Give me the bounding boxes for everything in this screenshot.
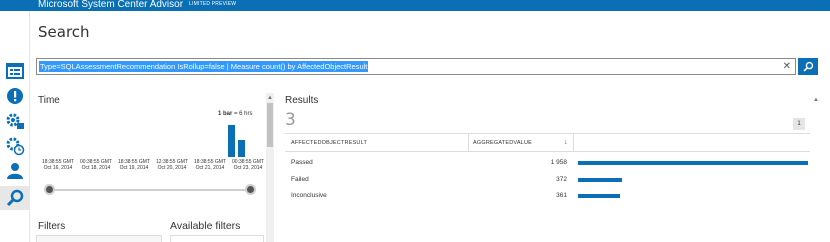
left-panel-scrollbar[interactable]: ▲: [266, 93, 274, 242]
result-value-bar: [578, 194, 620, 198]
nav-history[interactable]: [3, 134, 27, 158]
bar-legend: 1 bar = 6 hrs: [218, 111, 253, 117]
result-value-bar: [578, 161, 808, 165]
column-divider[interactable]: [468, 134, 469, 152]
result-name-cell[interactable]: Passed: [291, 154, 313, 172]
time-histogram[interactable]: [36, 120, 264, 157]
range-start-handle[interactable]: [44, 184, 55, 195]
results-scrollbar[interactable]: ▲: [812, 93, 820, 242]
result-name-cell[interactable]: Inconclusive: [291, 187, 327, 205]
time-axis-tick-label: 00:38:55 GMT Oct 23, 2014: [232, 159, 264, 171]
results-title: Results: [285, 95, 319, 106]
nav-alerts[interactable]: [3, 84, 27, 108]
column-header-aggregatedvalue[interactable]: AGGREGATEDVALUE: [473, 134, 532, 152]
time-axis: 18:38:55 GMT Oct 16, 2014 00:38:55 GMT Oct …: [36, 159, 264, 177]
nav-users[interactable]: [3, 159, 27, 183]
filters-panel: [36, 235, 162, 242]
clear-search-icon[interactable]: ✕: [783, 60, 791, 73]
available-filters-panel: [170, 235, 264, 242]
results-table-header: AFFECTEDOBJECTRESULT AGGREGATEDVALUE ↓: [285, 133, 810, 152]
sort-descending-icon[interactable]: ↓: [564, 134, 568, 152]
time-range-track[interactable]: [50, 189, 250, 191]
range-end-handle[interactable]: [245, 184, 256, 195]
user-icon: [7, 163, 23, 179]
histogram-bar[interactable]: [228, 125, 235, 157]
scroll-up-arrow-icon[interactable]: ▲: [813, 97, 819, 103]
settings-icon: [6, 113, 24, 129]
available-filters-title: Available filters: [170, 220, 241, 232]
search-query-text[interactable]: Type=SQLAssessmentRecommendation IsRollu…: [39, 61, 369, 72]
histogram-bar[interactable]: [238, 140, 245, 157]
nav-dashboard[interactable]: [3, 59, 27, 83]
result-value-bar: [578, 178, 622, 182]
scrollbar-thumb[interactable]: [267, 103, 273, 147]
column-divider[interactable]: [573, 134, 574, 152]
nav-search[interactable]: [0, 186, 30, 210]
column-header-affectedobjectresult[interactable]: AFFECTEDOBJECTRESULT: [291, 134, 367, 152]
results-count: 3: [285, 110, 296, 130]
left-nav: [0, 11, 30, 242]
search-icon: [6, 189, 24, 207]
nav-configuration[interactable]: [3, 109, 27, 133]
result-value-cell: 1 958: [550, 159, 567, 166]
filters-title: Filters: [38, 221, 66, 232]
scroll-up-arrow-icon[interactable]: ▲: [267, 95, 273, 101]
top-bar: Microsoft System Center Advisor LIMITED P…: [0, 0, 830, 11]
search-button[interactable]: [798, 58, 818, 75]
page-number-badge[interactable]: 1: [793, 118, 805, 130]
table-row[interactable]: Inconclusive 361: [285, 187, 810, 205]
app-title: Microsoft System Center Advisor LIMITED P…: [38, 0, 237, 10]
search-icon: [803, 61, 813, 72]
search-box[interactable]: Type=SQLAssessmentRecommendation IsRollu…: [36, 58, 796, 75]
page-title: Search: [38, 23, 90, 41]
table-row[interactable]: Passed 1 958: [285, 154, 810, 172]
result-value-cell: 361: [556, 192, 567, 199]
alert-icon: [7, 88, 23, 104]
time-section-title: Time: [38, 95, 60, 106]
dashboard-icon: [6, 63, 24, 79]
settings-clock-icon: [6, 137, 25, 156]
preview-tag: LIMITED PREVIEW: [189, 1, 237, 7]
